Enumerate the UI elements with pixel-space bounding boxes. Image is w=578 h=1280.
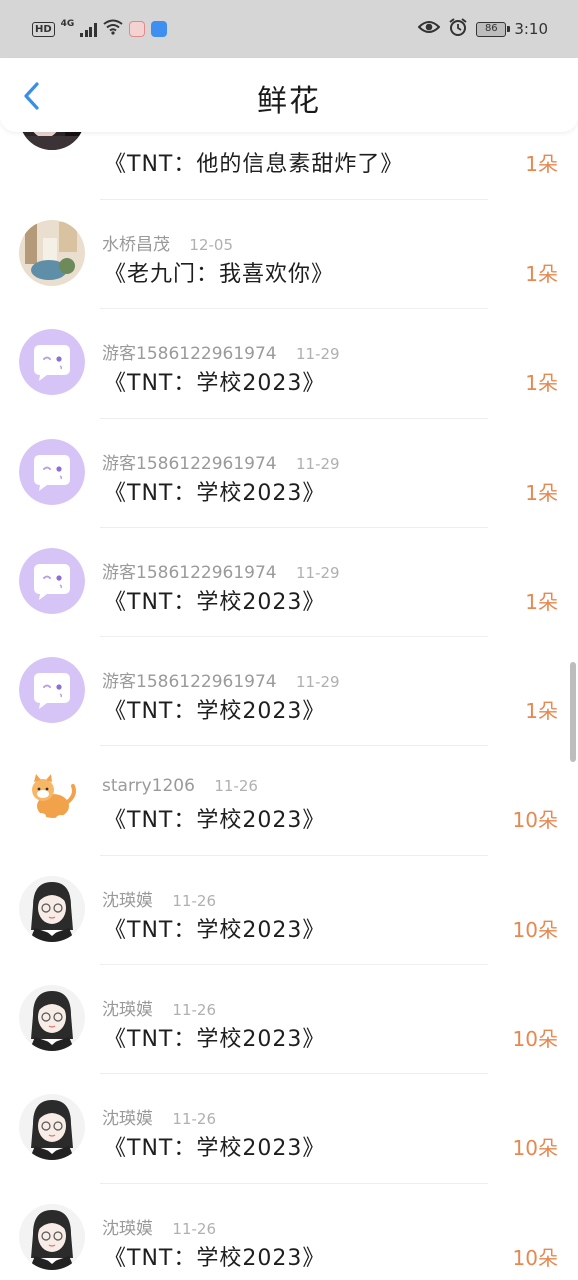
list-item[interactable]: 水桥昌茂 12-05 《老九门：我喜欢你》 1朵 <box>0 200 578 310</box>
clock: 3:10 <box>514 20 548 38</box>
list-item[interactable]: starry1206 11-26 《TNT：学校2023》 10朵 <box>0 746 578 856</box>
flower-gift-list: 《TNT：他的信息素甜炸了》 1朵 水桥昌茂 12-05 《老九门：我喜欢你》 … <box>0 84 578 1280</box>
book-title: 《TNT：学校2023》 <box>104 371 326 397</box>
flower-amount: 10朵 <box>512 808 558 833</box>
guest-chat-icon[interactable] <box>19 657 85 724</box>
username: 沈瑛嫫 <box>102 1000 153 1021</box>
book-title: 《TNT：学校2023》 <box>104 699 326 725</box>
flower-amount: 1朵 <box>525 371 558 396</box>
list-item[interactable]: 沈瑛嫫 11-26 《TNT：学校2023》 10朵 <box>0 856 578 966</box>
hd-badge: HD <box>32 21 55 37</box>
username: 游客1586122961974 <box>102 453 277 474</box>
book-title: 《TNT：学校2023》 <box>104 917 326 943</box>
avatar[interactable] <box>19 1203 85 1270</box>
gift-date: 11-29 <box>296 454 340 473</box>
flower-amount: 1朵 <box>525 480 558 505</box>
gift-date: 11-26 <box>172 1219 216 1238</box>
gift-date: 11-29 <box>296 563 340 582</box>
gift-date: 11-26 <box>214 777 258 796</box>
avatar[interactable] <box>19 220 85 286</box>
list-item[interactable]: 游客1586122961974 11-29 《TNT：学校2023》 1朵 <box>0 528 578 638</box>
username: 沈瑛嫫 <box>102 1218 153 1239</box>
list-item[interactable]: 沈瑛嫫 11-26 《TNT：学校2023》 10朵 <box>0 965 578 1075</box>
wifi-icon <box>103 19 123 39</box>
book-title: 《TNT：学校2023》 <box>104 1136 326 1162</box>
scrollbar[interactable] <box>570 662 576 762</box>
book-title: 《TNT：学校2023》 <box>104 1245 326 1271</box>
username: 沈瑛嫫 <box>102 1109 153 1130</box>
page-title: 鲜花 <box>257 84 321 119</box>
flower-amount: 1朵 <box>525 589 558 614</box>
gift-date: 11-26 <box>172 891 216 910</box>
book-title: 《老九门：我喜欢你》 <box>104 262 335 287</box>
username: 游客1586122961974 <box>102 672 277 693</box>
eye-icon <box>417 20 441 38</box>
status-bar: HD 4G 86 3:10 <box>0 0 578 58</box>
cloud-app-icon <box>150 21 167 37</box>
flower-amount: 10朵 <box>512 1027 558 1052</box>
avatar[interactable] <box>19 985 85 1052</box>
flower-amount: 10朵 <box>512 917 558 942</box>
username: 沈瑛嫫 <box>102 890 153 911</box>
top-nav-bar: 鲜花 <box>0 58 578 132</box>
flower-amount: 1朵 <box>525 152 558 176</box>
battery-indicator: 86 <box>476 21 511 37</box>
gift-date: 11-26 <box>172 1001 216 1020</box>
list-item[interactable]: 沈瑛嫫 11-26 《TNT：学校2023》 10朵 <box>0 1074 578 1184</box>
book-title: 《TNT：学校2023》 <box>104 808 326 834</box>
cartoon-cat-avatar[interactable] <box>19 766 85 833</box>
guest-chat-icon[interactable] <box>19 438 85 505</box>
flower-amount: 10朵 <box>512 1136 558 1161</box>
signal-icon <box>80 22 97 37</box>
guest-chat-icon[interactable] <box>19 547 85 614</box>
username: starry1206 <box>102 776 195 797</box>
avatar[interactable] <box>19 1094 85 1161</box>
username: 游客1586122961974 <box>102 344 277 365</box>
gift-date: 11-26 <box>172 1110 216 1129</box>
gift-date: 12-05 <box>189 236 233 254</box>
flower-amount: 1朵 <box>525 262 558 286</box>
username: 游客1586122961974 <box>102 562 277 583</box>
username: 水桥昌茂 <box>102 235 170 255</box>
guest-chat-icon[interactable] <box>19 329 85 396</box>
book-title: 《TNT：学校2023》 <box>104 589 326 615</box>
book-title: 《TNT：他的信息素甜炸了》 <box>104 152 404 177</box>
gift-date: 11-29 <box>296 673 340 692</box>
gift-date: 11-29 <box>296 345 340 364</box>
flower-amount: 10朵 <box>512 1245 558 1270</box>
network-type: 4G <box>60 19 75 29</box>
list-item[interactable]: 游客1586122961974 11-29 《TNT：学校2023》 1朵 <box>0 309 578 419</box>
list-item[interactable]: 游客1586122961974 11-29 《TNT：学校2023》 1朵 <box>0 637 578 747</box>
book-title: 《TNT：学校2023》 <box>104 1027 326 1053</box>
book-title: 《TNT：学校2023》 <box>104 480 326 506</box>
flower-amount: 1朵 <box>525 699 558 724</box>
app-notification-icon <box>128 21 145 37</box>
alarm-icon <box>448 17 468 41</box>
list-item[interactable]: 游客1586122961974 11-29 《TNT：学校2023》 1朵 <box>0 419 578 528</box>
list-item[interactable]: 沈瑛嫫 11-26 《TNT：学校2023》 10朵 <box>0 1184 578 1280</box>
avatar[interactable] <box>19 875 85 942</box>
